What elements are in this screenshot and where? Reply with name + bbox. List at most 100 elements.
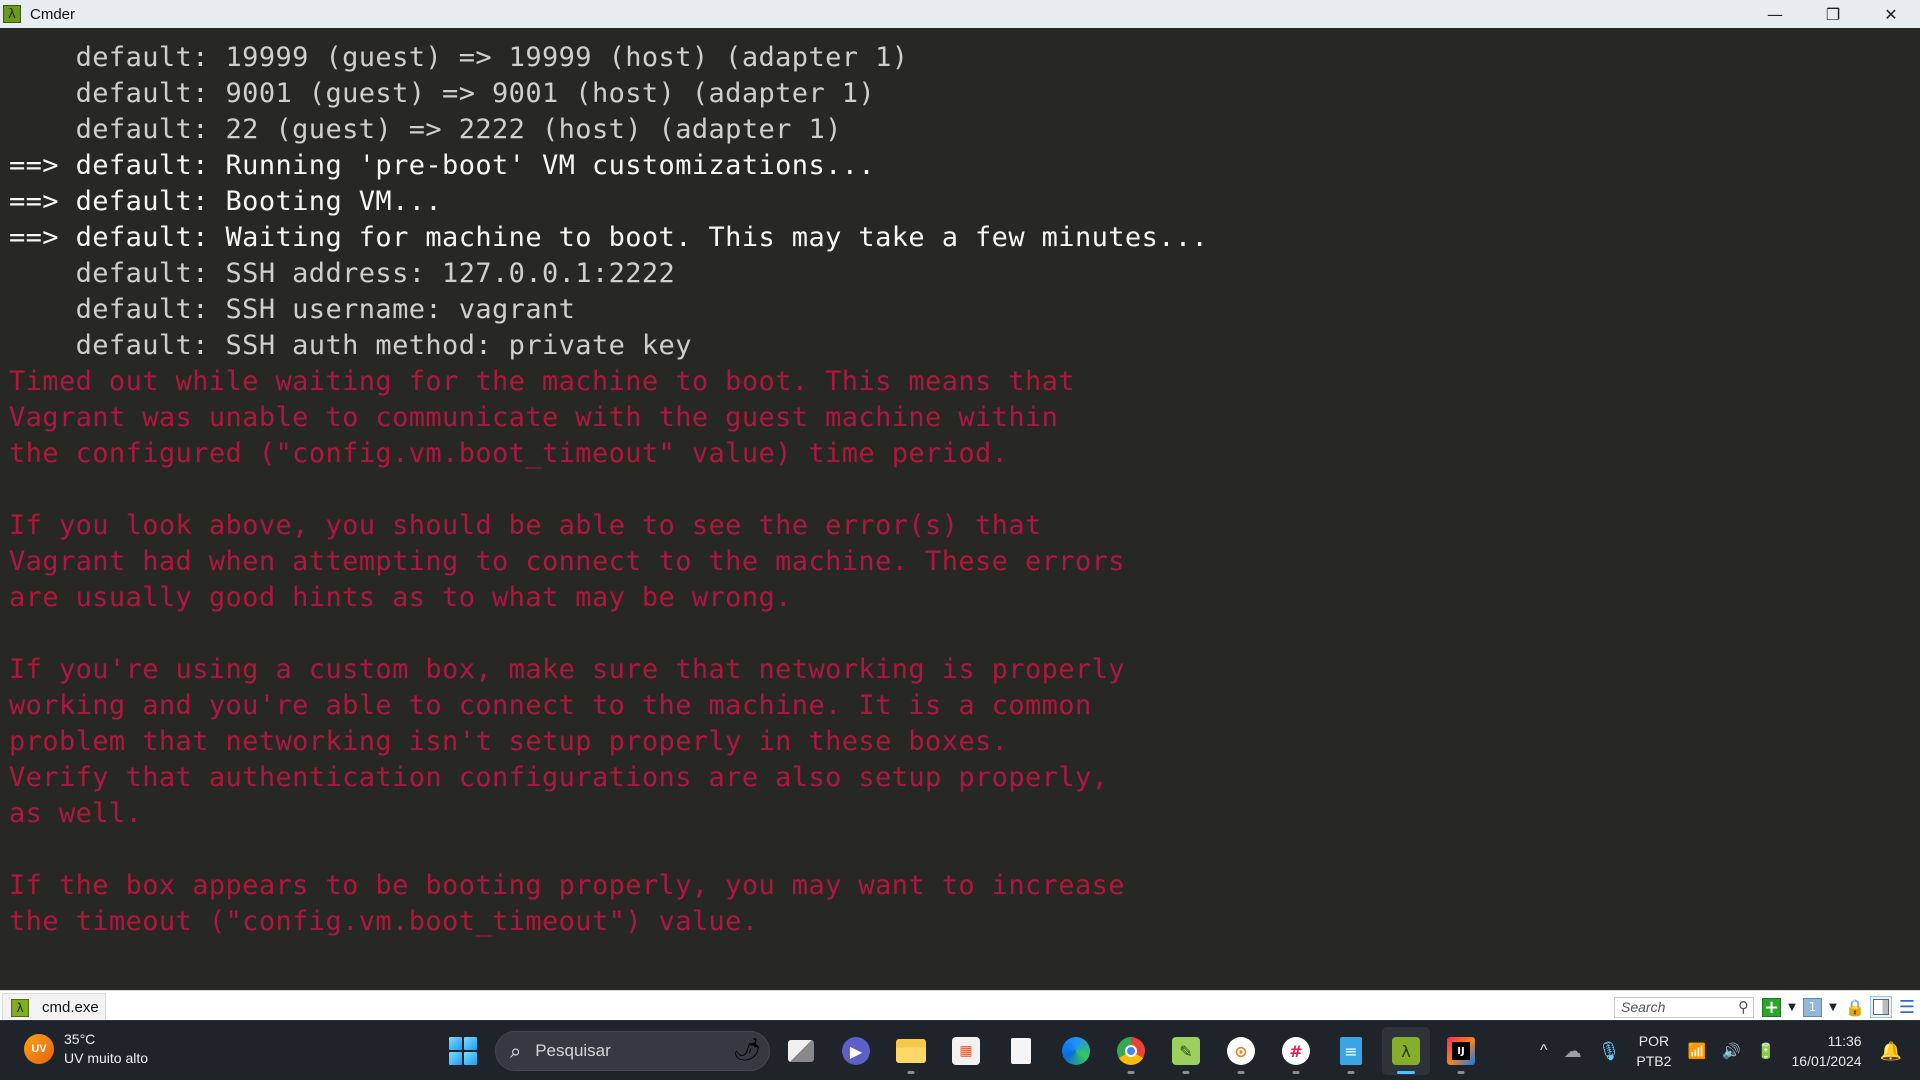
clock[interactable]: 11:36 16/01/2024: [1792, 1031, 1862, 1071]
new-console-button[interactable]: +: [1762, 996, 1781, 1018]
taskbar-app-notepad-plus-plus[interactable]: ✎: [1162, 1027, 1210, 1075]
lock-icon: 🔒: [1845, 997, 1865, 1017]
volume-button[interactable]: 🔊: [1722, 1042, 1741, 1060]
search-input[interactable]: [1621, 999, 1731, 1015]
terminal-line: Vagrant was unable to communicate with t…: [9, 402, 1059, 433]
terminal-line: default: SSH address: 127.0.0.1:2222: [9, 258, 676, 289]
running-indicator: [1347, 1071, 1355, 1074]
battery-charging-icon: 🔋: [1756, 1043, 1776, 1060]
windows-logo-tile: [449, 1037, 462, 1050]
terminal-line: If the box appears to be booting properl…: [9, 870, 1125, 901]
intellij-icon: IJ: [1447, 1037, 1475, 1065]
terminal-line: If you're using a custom box, make sure …: [9, 654, 1125, 685]
lambda-icon: λ: [11, 998, 29, 1017]
taskbar-app-notepad[interactable]: ≡: [1327, 1027, 1375, 1075]
split-view-button[interactable]: [1870, 996, 1892, 1018]
task-view-icon: [788, 1040, 814, 1062]
start-button[interactable]: [443, 1031, 483, 1071]
console-switch-button[interactable]: 1: [1803, 997, 1822, 1017]
restore-button[interactable]: ❐: [1804, 0, 1862, 28]
cmder-icon: λ: [1392, 1037, 1420, 1065]
openvpn-icon: ⊙: [1227, 1037, 1255, 1065]
keyboard-layout: PTB2: [1636, 1053, 1672, 1069]
weather-widget[interactable]: UV 35°C UV muito alto: [24, 1030, 148, 1068]
lock-button[interactable]: 🔒: [1844, 996, 1866, 1018]
chevron-down-icon: ▼: [1788, 1001, 1796, 1013]
terminal-line: default: 19999 (guest) => 19999 (host) (…: [9, 42, 909, 73]
show-hidden-icons-button[interactable]: ^: [1540, 1042, 1548, 1060]
console-switch-dropdown[interactable]: ▼: [1826, 996, 1840, 1018]
terminal-line: working and you're able to connect to th…: [9, 690, 1092, 721]
taskbar-app-slack[interactable]: #: [1272, 1027, 1320, 1075]
taskbar-app-chrome[interactable]: [1107, 1027, 1155, 1075]
peppers-icon: 🌶: [733, 1038, 761, 1063]
plus-icon: +: [1763, 996, 1780, 1018]
terminal-line: ==> default: Running 'pre-boot' VM custo…: [9, 150, 876, 181]
edge-icon: [1062, 1037, 1090, 1065]
taskbar-app-microsoft-store[interactable]: ▦: [942, 1027, 990, 1075]
console-tabbar: λ cmd.exe ⚲ + ▼ 1 ▼ 🔒 ☰: [0, 990, 1920, 1021]
running-indicator: [1182, 1071, 1190, 1074]
windows-taskbar: UV 35°C UV muito alto ⌕ Pesquisar 🌶 ▶ ▦ …: [0, 1020, 1920, 1080]
taskbar-app-cmder[interactable]: λ: [1382, 1027, 1430, 1075]
taskbar-app-intellij[interactable]: IJ: [1437, 1027, 1485, 1075]
battery-button[interactable]: 🔋: [1757, 1042, 1776, 1060]
split-view-icon: [1873, 999, 1889, 1015]
onedrive-button[interactable]: ☁: [1564, 1041, 1582, 1062]
terminal-line: Vagrant had when attempting to connect t…: [9, 546, 1125, 577]
bell-icon: 🔔: [1879, 1040, 1902, 1061]
search-field[interactable]: ⚲: [1614, 996, 1754, 1018]
window-controls: — ❐ ✕: [1746, 0, 1920, 28]
running-indicator: [1237, 1071, 1245, 1074]
tab-cmd-exe[interactable]: λ cmd.exe: [2, 993, 106, 1021]
store-logo: ▦: [959, 1043, 973, 1059]
terminal-line: ==> default: Waiting for machine to boot…: [9, 222, 1209, 253]
active-indicator: [1397, 1071, 1415, 1074]
terminal-line: Timed out while waiting for the machine …: [9, 366, 1075, 397]
windows-logo-tile: [449, 1052, 462, 1065]
console-number: 1: [1808, 1000, 1817, 1014]
microphone-button[interactable]: 🎙: [1598, 1041, 1621, 1062]
notifications-button[interactable]: 🔔: [1880, 1041, 1902, 1062]
taskbar-app-edge[interactable]: [1052, 1027, 1100, 1075]
search-icon[interactable]: ⚲: [1738, 998, 1749, 1016]
minimize-button[interactable]: —: [1746, 0, 1804, 28]
terminal-line: as well.: [9, 798, 143, 829]
uv-icon: UV: [24, 1034, 54, 1064]
restore-icon: ❐: [1825, 4, 1841, 24]
tab-toolbar: ⚲ + ▼ 1 ▼ 🔒 ☰: [1614, 995, 1920, 1019]
taskbar-app-meet[interactable]: ▶: [832, 1027, 880, 1075]
taskbar-app-blank-file[interactable]: [997, 1027, 1045, 1075]
taskbar-app-openvpn[interactable]: ⊙: [1217, 1027, 1265, 1075]
running-indicator: [907, 1071, 915, 1074]
meet-icon: ▶: [842, 1037, 870, 1065]
taskbar-app-file-explorer[interactable]: [887, 1027, 935, 1075]
language-code: POR: [1638, 1033, 1670, 1049]
running-indicator: [1292, 1071, 1300, 1074]
minimize-icon: —: [1767, 4, 1783, 24]
terminal-line: If you look above, you should be able to…: [9, 510, 1042, 541]
chevron-down-icon: ▼: [1829, 1001, 1837, 1013]
menu-button[interactable]: ☰: [1896, 996, 1918, 1018]
system-tray: ^ ☁ 🎙 POR PTB2 📶 🔊 🔋 11:36 16/01/2024 🔔: [1532, 1021, 1920, 1080]
taskbar-app-task-view[interactable]: [777, 1027, 825, 1075]
terminal-line: Verify that authentication configuration…: [9, 762, 1109, 793]
language-indicator[interactable]: POR PTB2: [1636, 1031, 1671, 1071]
taskbar-search-label: Pesquisar: [535, 1041, 611, 1060]
window-titlebar[interactable]: λ Cmder — ❐ ✕: [0, 0, 1920, 28]
wifi-icon: 📶: [1687, 1043, 1707, 1060]
slack-icon: #: [1282, 1037, 1310, 1065]
terminal-line: default: 9001 (guest) => 9001 (host) (ad…: [9, 78, 876, 109]
folder-icon: [896, 1039, 926, 1063]
store-icon: ▦: [952, 1037, 980, 1065]
terminal-output[interactable]: default: 19999 (guest) => 19999 (host) (…: [0, 28, 1920, 990]
taskbar-search[interactable]: ⌕ Pesquisar 🌶: [495, 1031, 770, 1071]
weather-text: 35°C UV muito alto: [64, 1030, 148, 1068]
close-button[interactable]: ✕: [1862, 0, 1920, 28]
lambda-icon: λ: [3, 5, 21, 23]
new-console-dropdown[interactable]: ▼: [1785, 996, 1799, 1018]
network-button[interactable]: 📶: [1687, 1042, 1706, 1060]
